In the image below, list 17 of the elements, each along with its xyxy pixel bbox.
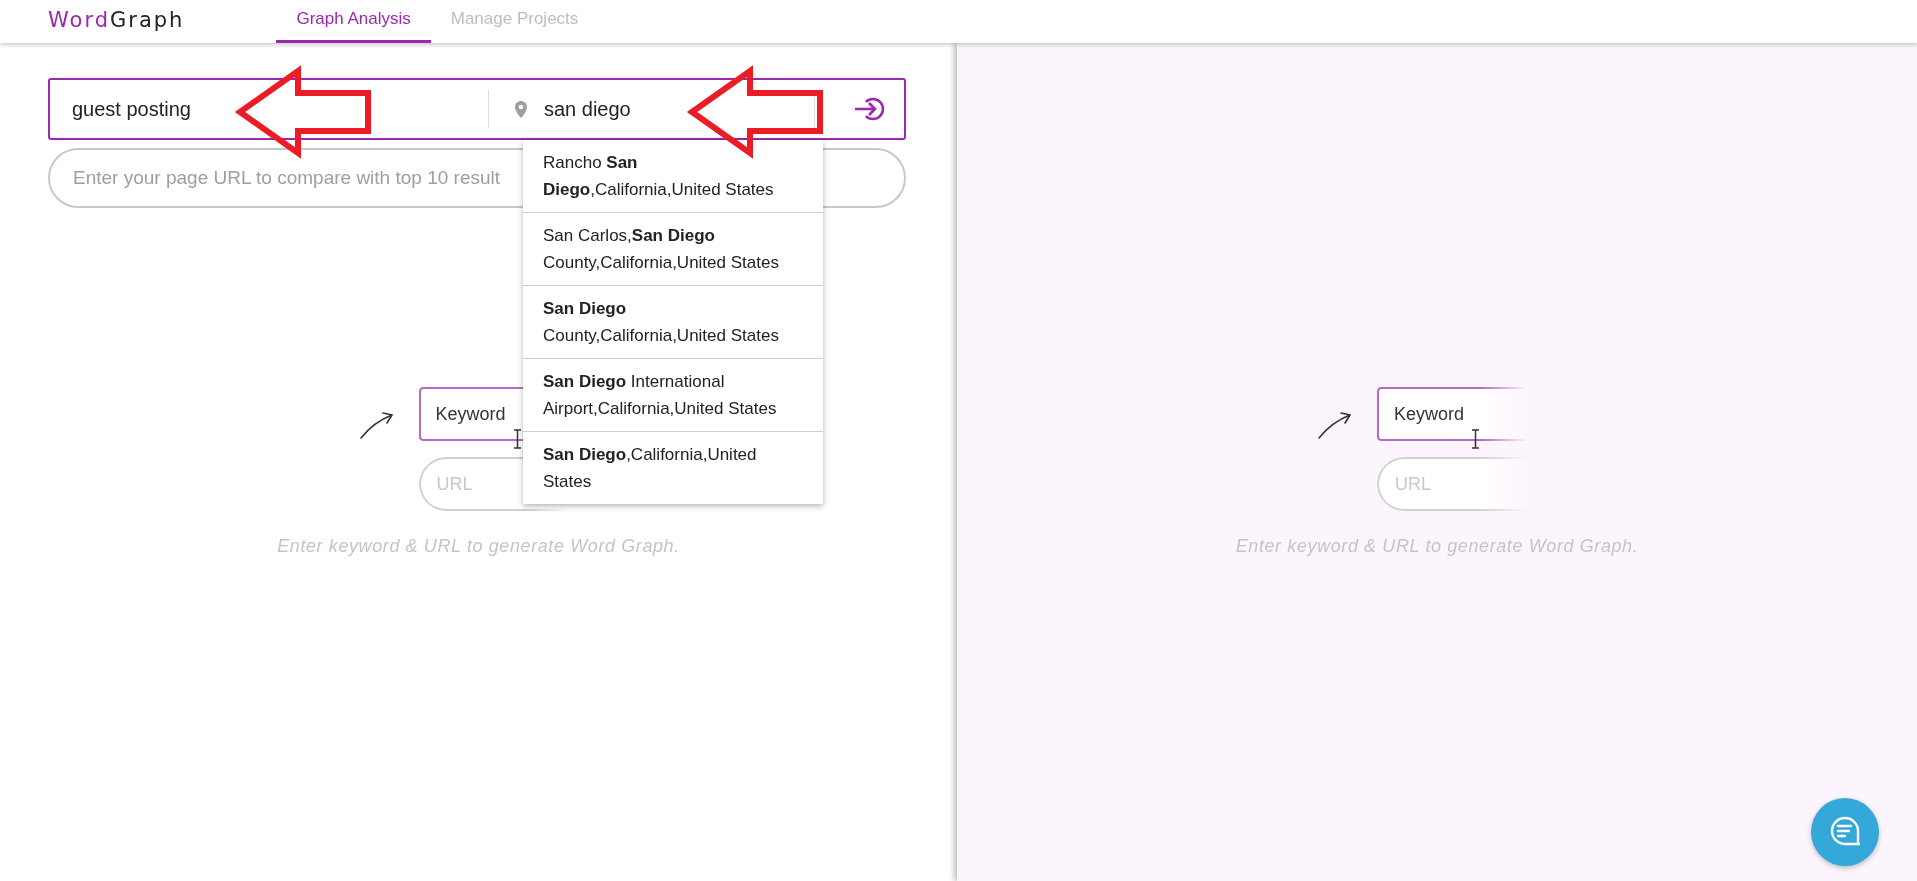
arrow-drawing [1317,410,1353,440]
arrow-drawing [358,410,395,440]
suggestion-item[interactable]: San Diego International Airport,California,United States [523,358,823,431]
suggestion-item[interactable]: San Carlos,San Diego County,California,United States [523,212,823,285]
keyword-field: Keyword [1377,387,1527,441]
caption: Enter keyword & URL to generate Word Graph. [1235,535,1639,558]
text-cursor-icon [512,429,522,449]
location-pin-icon [515,100,527,118]
suggestion-item[interactable]: San Diego County,California,United States [523,285,823,358]
logo: WordGraph [48,10,185,31]
suggestion-item[interactable]: San Diego,California,United States [523,431,823,504]
keyword-field[interactable]: guest posting [72,94,472,124]
text-cursor-icon [1471,429,1480,449]
location-field[interactable]: san diego [544,94,794,124]
enter-icon [854,95,886,123]
caption: Enter keyword & URL to generate Word Graph. [277,535,680,558]
chat-button[interactable] [1811,798,1879,866]
